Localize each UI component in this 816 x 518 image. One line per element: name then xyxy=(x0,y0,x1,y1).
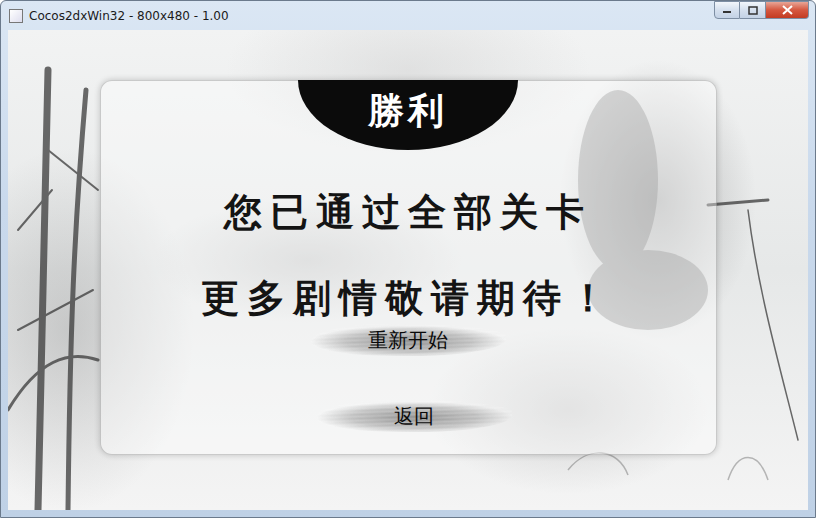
game-scene: 勝利您已通过全部关卡更多剧情敬请期待！重新开始返回 xyxy=(8,30,808,510)
ink-button[interactable]: 返回 xyxy=(317,400,512,432)
minimize-icon xyxy=(722,6,732,14)
app-icon xyxy=(9,9,23,23)
window-controls xyxy=(714,1,809,19)
victory-badge: 勝利 xyxy=(298,80,518,150)
maximize-button[interactable] xyxy=(740,1,766,19)
victory-dialog: 勝利您已通过全部关卡更多剧情敬请期待！重新开始返回 xyxy=(100,80,717,455)
title-bar: Cocos2dxWin32 - 800x480 - 1.00 xyxy=(1,1,815,30)
close-icon xyxy=(782,5,793,15)
button-group: 重新开始返回 xyxy=(305,324,512,432)
window-title: Cocos2dxWin32 - 800x480 - 1.00 xyxy=(29,9,708,23)
ink-button[interactable]: 重新开始 xyxy=(311,324,506,356)
app-window: Cocos2dxWin32 - 800x480 - 1.00 勝利您已通过全部关卡… xyxy=(0,0,816,518)
close-button[interactable] xyxy=(766,1,809,19)
message-line: 更多剧情敬请期待！ xyxy=(201,274,615,322)
minimize-button[interactable] xyxy=(714,1,740,19)
maximize-icon xyxy=(748,6,758,15)
message-line: 您已通过全部关卡 xyxy=(224,188,592,236)
